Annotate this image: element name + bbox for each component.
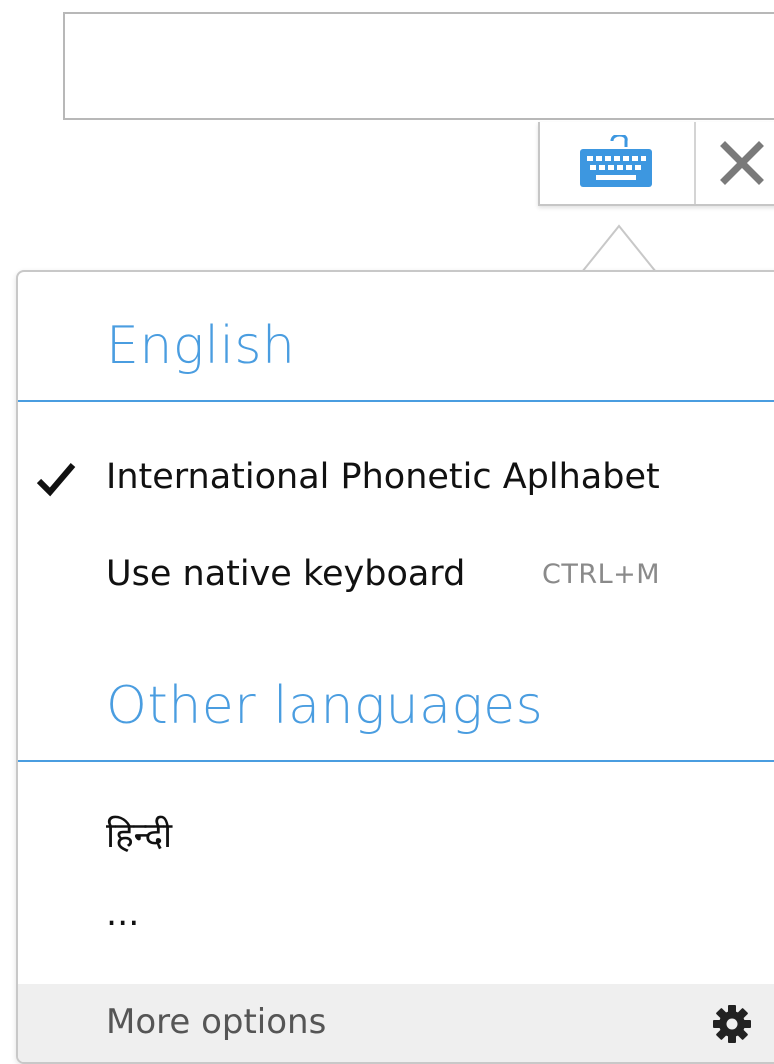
menu-item-label: ... xyxy=(106,894,140,934)
close-button[interactable] xyxy=(694,122,774,204)
keyboard-icon xyxy=(580,135,652,187)
input-tools-toolbar xyxy=(538,122,774,206)
other-languages-section-divider xyxy=(18,760,774,762)
close-icon xyxy=(720,141,764,185)
more-options-label: More options xyxy=(106,1002,327,1042)
menu-pointer-caret xyxy=(582,224,656,273)
english-section-title: English xyxy=(106,316,296,376)
menu-item-label: Use native keyboard xyxy=(106,554,466,594)
other-languages-section-title: Other languages xyxy=(106,676,544,736)
menu-item-label: International Phonetic Aplhabet xyxy=(106,457,660,497)
english-section-divider xyxy=(18,400,774,402)
menu-item-label: हिन्दी xyxy=(106,815,173,856)
menu-item-native-keyboard[interactable]: Use native keyboard CTRL+M xyxy=(18,544,774,604)
checkmark-icon xyxy=(36,463,76,497)
shortcut-hint: CTRL+M xyxy=(542,558,661,590)
input-tools-button[interactable] xyxy=(540,122,692,204)
menu-item-ipa[interactable]: International Phonetic Aplhabet xyxy=(18,447,774,507)
input-tools-menu: English International Phonetic Aplhabet … xyxy=(16,270,774,1064)
menu-item-more-languages[interactable]: ... xyxy=(18,884,774,944)
more-options-footer[interactable]: More options xyxy=(18,984,774,1062)
gear-icon[interactable] xyxy=(712,1004,752,1044)
menu-item-hindi[interactable]: हिन्दी xyxy=(18,804,774,864)
text-input[interactable] xyxy=(63,12,774,120)
